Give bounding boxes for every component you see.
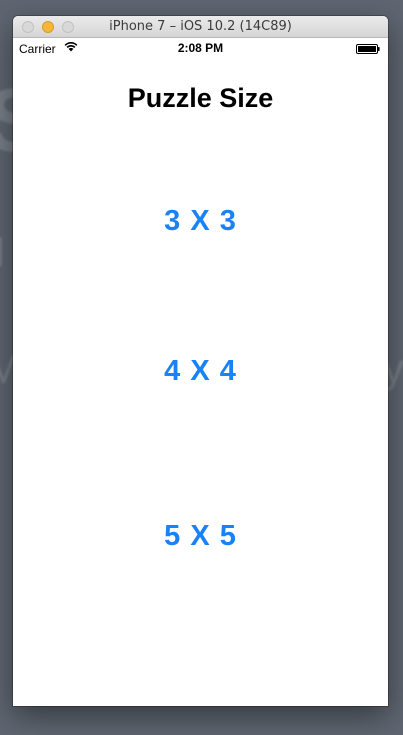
- battery-icon: [356, 44, 380, 54]
- size-3x3-button[interactable]: 3 X 3: [13, 205, 388, 238]
- window-title: iPhone 7 – iOS 10.2 (14C89): [109, 19, 292, 34]
- ios-status-bar: Carrier 2:08 PM: [13, 38, 388, 58]
- simulator-window: iPhone 7 – iOS 10.2 (14C89) Carrier 2:08…: [13, 16, 388, 706]
- size-4x4-button[interactable]: 4 X 4: [13, 355, 388, 388]
- size-5x5-button[interactable]: 5 X 5: [13, 520, 388, 553]
- window-titlebar[interactable]: iPhone 7 – iOS 10.2 (14C89): [13, 16, 388, 38]
- status-time: 2:08 PM: [177, 41, 224, 55]
- background-blur-glyph: I: [0, 228, 6, 276]
- page-title: Puzzle Size: [127, 83, 274, 113]
